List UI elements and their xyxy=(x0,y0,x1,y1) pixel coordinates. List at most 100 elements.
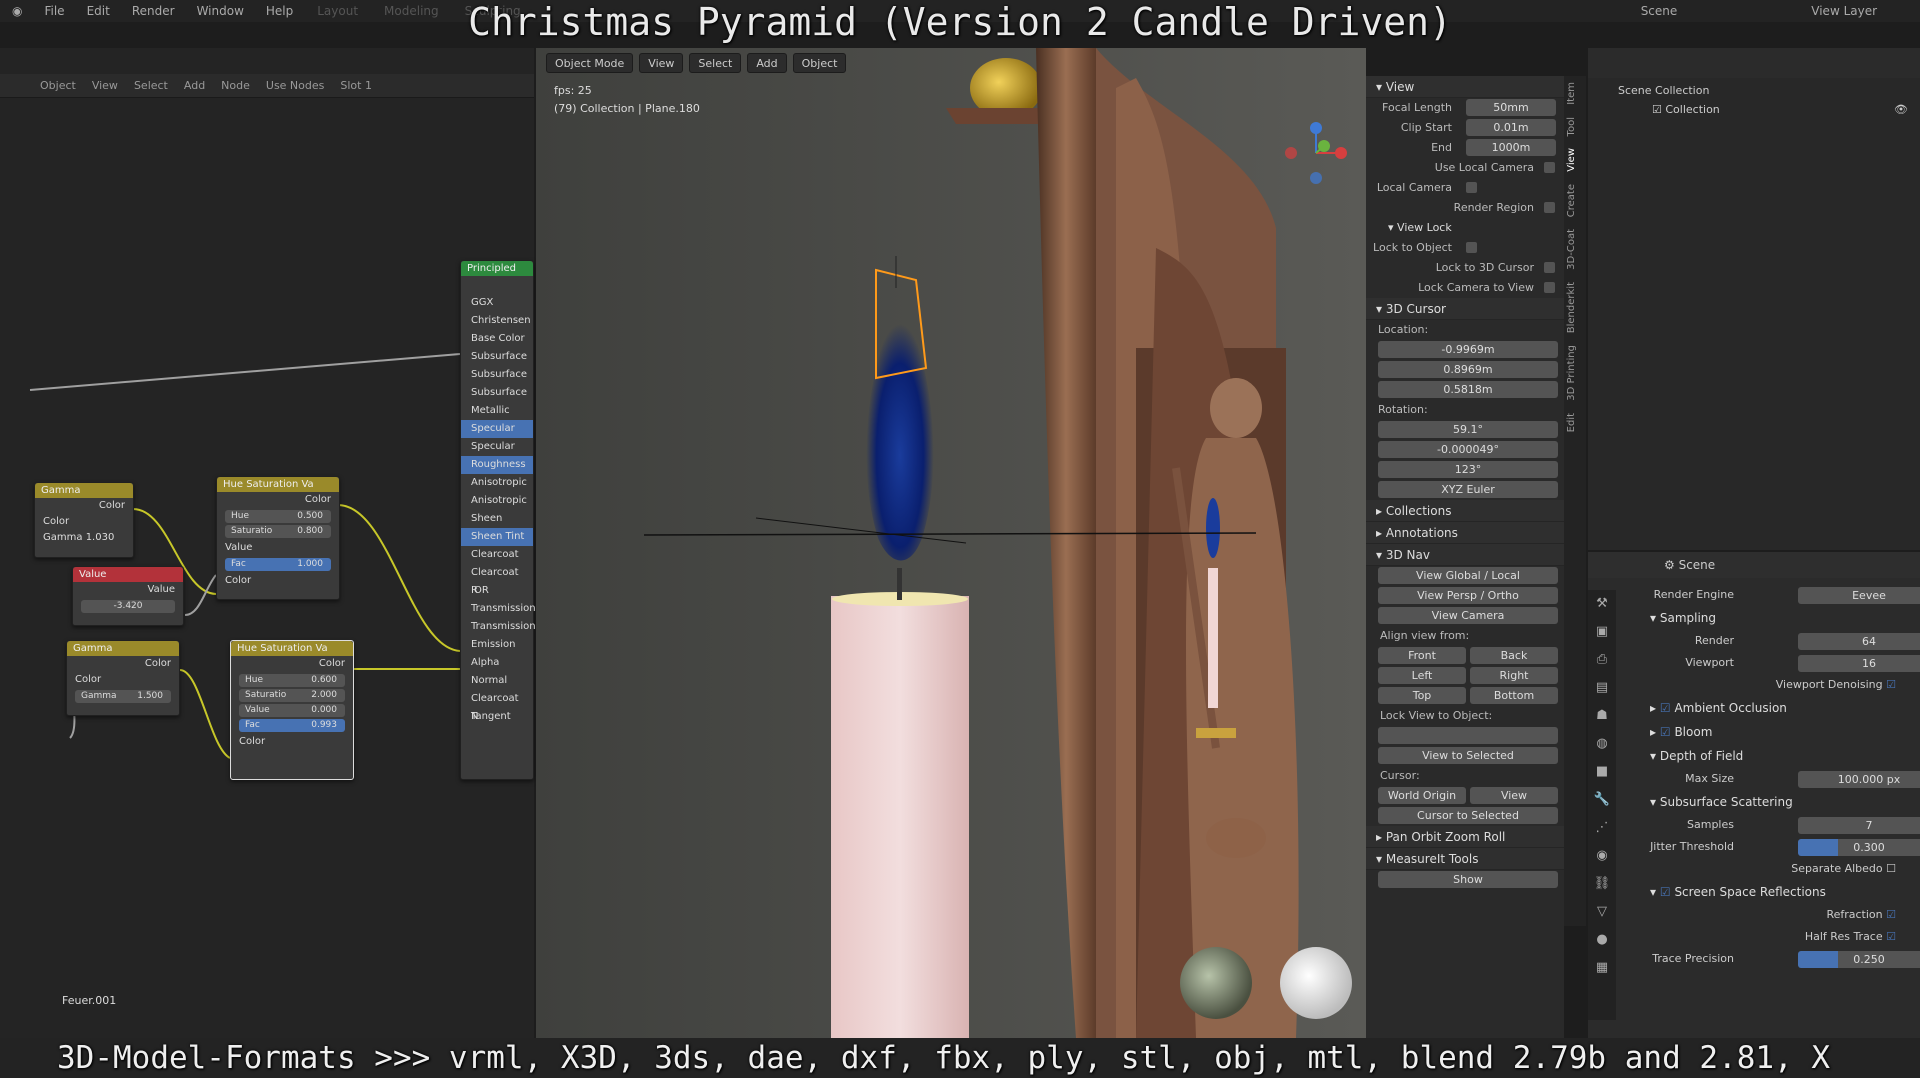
section-bloom[interactable]: ▸ ☑ Bloom xyxy=(1620,720,1920,744)
input-clearcoat[interactable]: Clearcoat xyxy=(461,546,533,564)
value-field[interactable]: -3.420 xyxy=(81,600,175,613)
right-button[interactable]: Right xyxy=(1470,667,1558,684)
outliner-scene-collection[interactable]: Scene Collection xyxy=(1588,78,1920,97)
output-icon[interactable]: ⎙ xyxy=(1588,646,1616,674)
section-annotations[interactable]: ▸ Annotations xyxy=(1366,522,1564,544)
vp-menu-view[interactable]: View xyxy=(639,53,684,73)
menu-help[interactable]: Help xyxy=(262,4,297,18)
menu-file[interactable]: File xyxy=(40,4,68,18)
cursor-ry-field[interactable]: -0.000049° xyxy=(1378,441,1558,458)
dof-max-size-field[interactable]: 100.000 px xyxy=(1798,771,1920,788)
cursor-x-field[interactable]: -0.9969m xyxy=(1378,341,1558,358)
hue-saturation-node-2[interactable]: Hue Saturation Va Color Hue 0.600 Saturat… xyxy=(230,640,354,780)
tab-sculpting[interactable]: Sculpting xyxy=(459,4,527,18)
input-sheen[interactable]: Sheen xyxy=(461,510,533,528)
slot-selector[interactable]: Slot 1 xyxy=(340,79,372,92)
tab-blenderkit[interactable]: Blenderkit xyxy=(1564,276,1579,339)
render-samples-field[interactable]: 64 xyxy=(1798,633,1920,650)
section-pan-orbit[interactable]: ▸ Pan Orbit Zoom Roll xyxy=(1366,826,1564,848)
input-base-color[interactable]: Base Color xyxy=(461,330,533,348)
input-emission[interactable]: Emission xyxy=(461,636,533,654)
input-subsurface[interactable]: Subsurface xyxy=(461,348,533,366)
fac-field[interactable]: Fac 0.993 xyxy=(239,719,345,732)
tab-3d-coat[interactable]: 3D-Coat xyxy=(1564,223,1579,276)
outliner-collection[interactable]: ☑ Collection 👁 xyxy=(1588,97,1920,116)
lock-to-cursor-checkbox[interactable] xyxy=(1544,262,1555,273)
view-to-selected-button[interactable]: View to Selected xyxy=(1378,747,1558,764)
tab-edit[interactable]: Edit xyxy=(1564,407,1579,438)
tab-3d-printing[interactable]: 3D Printing xyxy=(1564,339,1579,407)
view-global-local-button[interactable]: View Global / Local xyxy=(1378,567,1558,584)
cursor-rx-field[interactable]: 59.1° xyxy=(1378,421,1558,438)
input-alpha[interactable]: Alpha xyxy=(461,654,533,672)
input-anisotropic[interactable]: Anisotropic xyxy=(461,474,533,492)
cursor-y-field[interactable]: 0.8969m xyxy=(1378,361,1558,378)
front-button[interactable]: Front xyxy=(1378,647,1466,664)
section-ambient-occlusion[interactable]: ▸ ☑ Ambient Occlusion xyxy=(1620,696,1920,720)
hue-saturation-node-1[interactable]: Hue Saturation Va Color Hue 0.500 Saturat… xyxy=(216,476,340,600)
bottom-button[interactable]: Bottom xyxy=(1470,687,1558,704)
input-anisotropic-rotation[interactable]: Anisotropic xyxy=(461,492,533,510)
3d-viewport[interactable]: fps: 25 (79) Collection | Plane.180 xyxy=(536,48,1366,1038)
menu-render[interactable]: Render xyxy=(128,4,179,18)
input-subsurface-radius[interactable]: Subsurface xyxy=(461,366,533,384)
cursor-z-field[interactable]: 0.5818m xyxy=(1378,381,1558,398)
cursor-view-button[interactable]: View xyxy=(1470,787,1558,804)
ne-menu-view[interactable]: View xyxy=(92,79,118,92)
tab-tool[interactable]: Tool xyxy=(1564,111,1579,142)
input-ior[interactable]: IOR xyxy=(461,582,533,600)
clip-start-field[interactable]: 0.01m xyxy=(1466,119,1556,136)
cursor-to-selected-button[interactable]: Cursor to Selected xyxy=(1378,807,1558,824)
top-button[interactable]: Top xyxy=(1378,687,1466,704)
blender-logo-icon[interactable]: ◉ xyxy=(8,4,26,18)
ne-menu-select[interactable]: Select xyxy=(134,79,168,92)
data-icon[interactable]: ▽ xyxy=(1588,898,1616,926)
half-res-trace-checkbox[interactable]: Half Res Trace ☑ xyxy=(1620,926,1920,948)
render-engine-dropdown[interactable]: Eevee xyxy=(1798,587,1920,604)
checkbox-icon[interactable]: ☑ xyxy=(1652,103,1665,116)
vp-menu-object[interactable]: Object xyxy=(792,53,847,73)
section-measureit[interactable]: ▾ MeasureIt Tools xyxy=(1366,848,1564,870)
scene-selector[interactable]: Scene xyxy=(1641,4,1678,18)
input-tangent[interactable]: Tangent xyxy=(461,708,533,726)
menu-window[interactable]: Window xyxy=(193,4,248,18)
input-transmission-roughness[interactable]: Transmission xyxy=(461,618,536,636)
section-screen-space-reflections[interactable]: ▾ ☑ Screen Space Reflections xyxy=(1620,880,1920,904)
world-icon[interactable]: ◍ xyxy=(1588,730,1616,758)
object-type-dropdown[interactable]: Object xyxy=(40,79,76,92)
tab-view[interactable]: View xyxy=(1564,142,1579,178)
scene-tab-icon[interactable]: ☗ xyxy=(1588,702,1616,730)
section-sampling[interactable]: ▾ Sampling xyxy=(1620,606,1920,630)
distribution-dropdown[interactable]: GGX xyxy=(461,294,533,312)
gamma-node-1[interactable]: Gamma Color Color Gamma 1.030 xyxy=(34,482,134,558)
section-depth-of-field[interactable]: ▾ Depth of Field xyxy=(1620,744,1920,768)
clip-end-field[interactable]: 1000m xyxy=(1466,139,1556,156)
input-clearcoat-normal[interactable]: Clearcoat N xyxy=(461,690,533,722)
jitter-threshold-slider[interactable]: 0.300 xyxy=(1798,839,1920,856)
use-local-camera-checkbox[interactable] xyxy=(1544,162,1555,173)
tab-layout[interactable]: Layout xyxy=(311,4,364,18)
value-field[interactable]: Value 0.000 xyxy=(239,704,345,717)
lock-view-object-field[interactable] xyxy=(1378,727,1558,744)
gamma-field[interactable]: Gamma 1.030 xyxy=(35,530,133,546)
section-view[interactable]: ▾ View xyxy=(1366,76,1564,98)
view-persp-ortho-button[interactable]: View Persp / Ortho xyxy=(1378,587,1558,604)
input-metallic[interactable]: Metallic xyxy=(461,402,533,420)
input-clearcoat-roughness[interactable]: Clearcoat R xyxy=(461,564,533,596)
input-sheen-tint[interactable]: Sheen Tint xyxy=(461,528,533,546)
trace-precision-slider[interactable]: 0.250 xyxy=(1798,951,1920,968)
vp-menu-add[interactable]: Add xyxy=(747,53,787,73)
input-roughness[interactable]: Roughness xyxy=(461,456,533,474)
object-icon[interactable]: ■ xyxy=(1588,758,1616,786)
tool-icon[interactable]: ⚒ xyxy=(1588,590,1616,618)
local-camera-field[interactable] xyxy=(1466,182,1477,193)
section-subsurface-scattering[interactable]: ▾ Subsurface Scattering xyxy=(1620,790,1920,814)
section-3d-cursor[interactable]: ▾ 3D Cursor xyxy=(1366,298,1564,320)
lock-to-object-field[interactable] xyxy=(1466,242,1477,253)
object-mode-dropdown[interactable]: Object Mode xyxy=(546,53,634,73)
saturation-field[interactable]: Saturatio 0.800 xyxy=(225,525,331,538)
eye-icon[interactable]: 👁 xyxy=(1894,103,1908,116)
constraints-icon[interactable]: ⛓ xyxy=(1588,870,1616,898)
section-3d-nav[interactable]: ▾ 3D Nav xyxy=(1366,544,1564,566)
fac-field[interactable]: Fac 1.000 xyxy=(225,558,331,571)
